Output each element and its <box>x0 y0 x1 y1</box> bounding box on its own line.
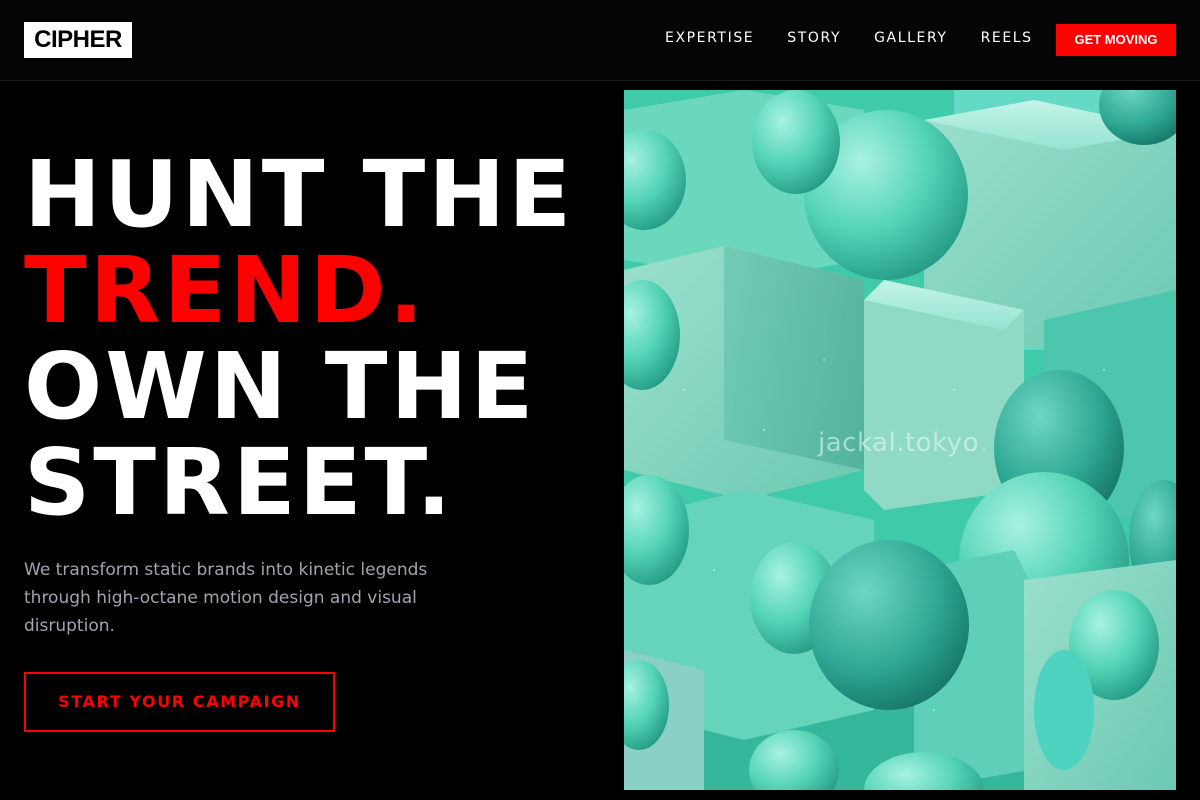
hero-headline: HUNT THE TREND. OWN THE STREET. <box>24 147 574 531</box>
nav-link-gallery[interactable]: GALLERY <box>874 29 947 47</box>
nav-link-story[interactable]: STORY <box>787 29 841 47</box>
site-header: CIPHER EXPERTISE STORY GALLERY REELS GET… <box>0 0 1200 81</box>
headline-line-2: TREND. <box>24 237 427 344</box>
logo[interactable]: CIPHER <box>24 22 132 58</box>
hero-subtext: We transform static brands into kinetic … <box>24 560 428 636</box>
nav-link-expertise[interactable]: EXPERTISE <box>665 29 754 47</box>
get-moving-button[interactable]: GET MOVING <box>1056 24 1176 56</box>
image-watermark: jackal.tokyo <box>818 428 979 458</box>
headline-line-3: OWN THE <box>24 333 537 440</box>
main-nav: EXPERTISE STORY GALLERY REELS <box>665 29 1033 47</box>
headline-line-1: HUNT THE <box>24 141 575 248</box>
headline-line-4: STREET. <box>24 429 455 536</box>
start-campaign-button[interactable]: START YOUR CAMPAIGN <box>24 672 335 732</box>
hero-image: jackal.tokyo <box>624 90 1176 790</box>
nav-link-reels[interactable]: REELS <box>981 29 1033 47</box>
